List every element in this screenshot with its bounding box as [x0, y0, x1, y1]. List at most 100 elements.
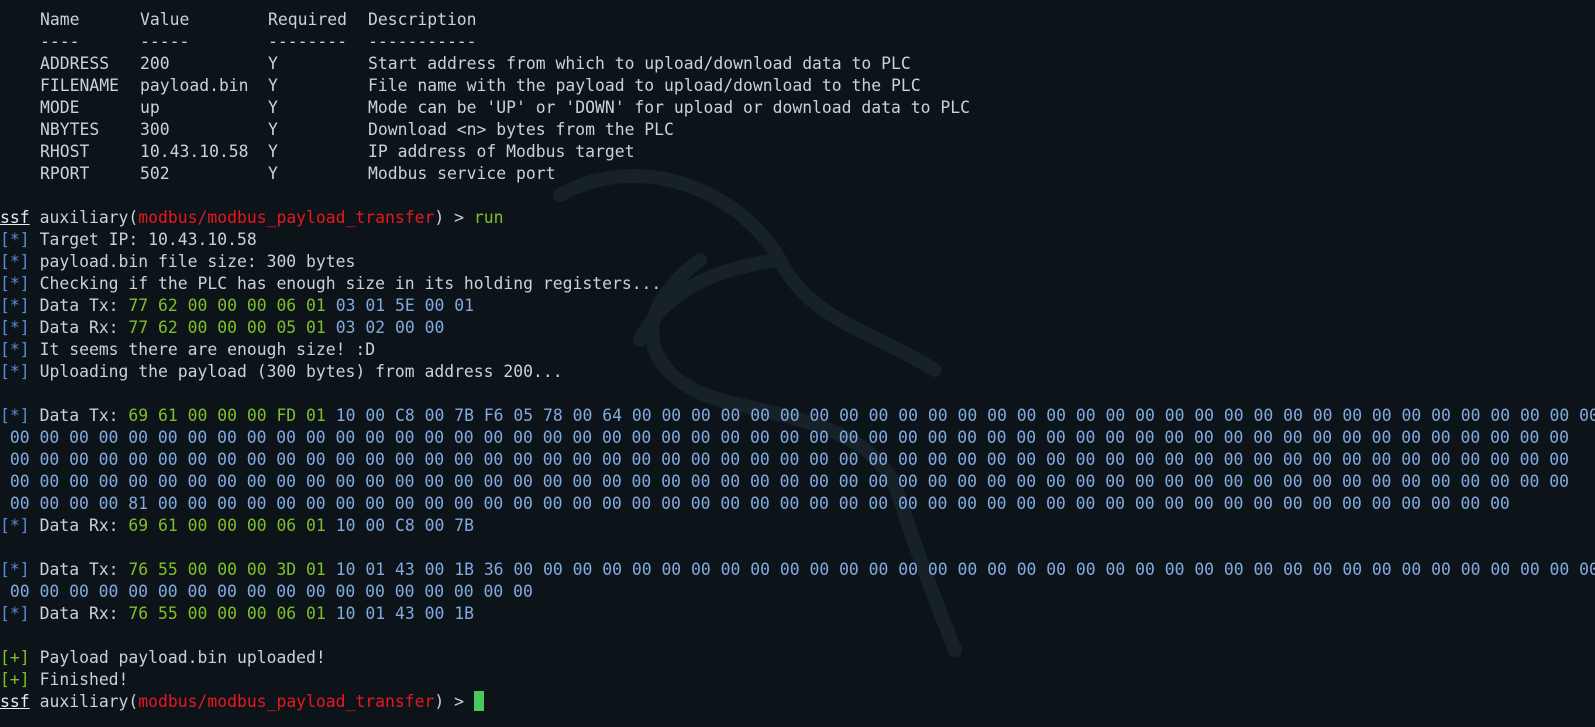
prompt-symbol: > — [444, 208, 474, 227]
hex-continuation: 00 00 00 00 00 00 00 00 00 00 00 00 00 0… — [0, 428, 1570, 447]
info-line: [*] payload.bin file size: 300 bytes — [0, 251, 1595, 273]
data-line: [*] Data Tx: 77 62 00 00 00 06 01 03 01 5E… — [0, 295, 1595, 317]
option-description: Modbus service port — [368, 164, 556, 183]
option-description: Download <n> bytes from the PLC — [368, 120, 674, 139]
option-value: up — [140, 98, 160, 117]
prompt-context: auxiliary — [39, 208, 129, 227]
info-marker: [*] — [0, 318, 30, 337]
underline-name: ---- — [40, 32, 80, 51]
option-name: FILENAME — [40, 76, 119, 95]
success-marker: [+] — [0, 648, 30, 667]
info-marker: [*] — [0, 274, 30, 293]
options-header-row: Name Value Required Description — [0, 9, 1595, 31]
data-line: [*] Data Tx: 69 61 00 00 00 FD 01 10 00 C8… — [0, 405, 1595, 427]
header-name: Name — [40, 10, 80, 29]
data-label: Data Rx: — [39, 604, 129, 623]
options-row: RPORT 502 Y Modbus service port — [0, 163, 1595, 185]
option-description: Mode can be 'UP' or 'DOWN' for upload or… — [368, 98, 970, 117]
hex-continuation: 00 00 00 00 00 00 00 00 00 00 00 00 00 0… — [0, 472, 1570, 491]
info-marker: [*] — [0, 230, 30, 249]
data-line: [*] Data Tx: 76 55 00 00 00 3D 01 10 01 43… — [0, 559, 1595, 581]
prompt-module: modbus/modbus_payload_transfer — [138, 692, 435, 711]
message-text: Finished! — [39, 670, 129, 689]
pdu-bytes: 10 01 43 00 1B 36 00 00 00 00 00 00 00 0… — [335, 560, 1595, 579]
data-line: [*] Data Rx: 69 61 00 00 00 06 01 10 00 C8… — [0, 515, 1595, 537]
option-required: Y — [268, 54, 278, 73]
terminal-output: Name Value Required Description ---- ----- --… — [0, 9, 1595, 713]
option-value: 502 — [140, 164, 170, 183]
prompt-context: auxiliary — [39, 692, 129, 711]
data-label: Data Tx: — [39, 296, 129, 315]
prompt-command: run — [473, 208, 504, 227]
message-text: Target IP: 10.43.10.58 — [39, 230, 257, 249]
option-value: 300 — [140, 120, 170, 139]
pdu-bytes: 03 01 5E 00 01 — [335, 296, 474, 315]
prompt-module: modbus/modbus_payload_transfer — [138, 208, 435, 227]
mbap-header-bytes: 76 55 00 00 00 06 01 — [128, 604, 326, 623]
options-table-rows: ADDRESS 200 Y Start address from which to u… — [0, 53, 1595, 185]
option-required: Y — [268, 76, 278, 95]
message-text: Uploading the payload (300 bytes) from a… — [39, 362, 563, 381]
options-row: RHOST 10.43.10.58 Y IP address of Modbus ta… — [0, 141, 1595, 163]
text-cursor[interactable] — [473, 691, 484, 711]
header-value: Value — [140, 10, 190, 29]
hex-continuation: 00 00 00 00 00 00 00 00 00 00 00 00 00 0… — [0, 582, 533, 601]
option-name: NBYTES — [40, 120, 100, 139]
success-line: [+] Finished! — [0, 669, 1595, 691]
option-value: payload.bin — [140, 76, 249, 95]
underline-value: ----- — [140, 32, 190, 51]
command-output: [*] Target IP: 10.43.10.58 [*] payload.bin … — [0, 229, 1595, 691]
option-name: ADDRESS — [40, 54, 110, 73]
option-description: IP address of Modbus target — [368, 142, 635, 161]
pdu-bytes: 10 00 C8 00 7B — [335, 516, 474, 535]
option-description: Start address from which to upload/downl… — [368, 54, 911, 73]
data-line: [*] Data Rx: 77 62 00 00 00 05 01 03 02 00… — [0, 317, 1595, 339]
mbap-header-bytes: 76 55 00 00 00 3D 01 — [128, 560, 326, 579]
option-name: MODE — [40, 98, 80, 117]
info-marker: [*] — [0, 516, 30, 535]
option-name: RPORT — [40, 164, 90, 183]
info-line: [*] Uploading the payload (300 bytes) fro… — [0, 361, 1595, 383]
header-description: Description — [368, 10, 477, 29]
info-marker: [*] — [0, 296, 30, 315]
data-label: Data Rx: — [39, 318, 129, 337]
prompt-app: ssf — [0, 692, 30, 711]
data-label: Data Tx: — [39, 406, 129, 425]
pdu-bytes: 10 00 C8 00 7B F6 05 78 00 64 00 00 00 0… — [335, 406, 1595, 425]
pdu-bytes: 10 01 43 00 1B — [335, 604, 474, 623]
mbap-header-bytes: 69 61 00 00 00 06 01 — [128, 516, 326, 535]
info-marker: [*] — [0, 362, 30, 381]
options-row: FILENAME payload.bin Y File name with the p… — [0, 75, 1595, 97]
message-text: payload.bin file size: 300 bytes — [39, 252, 356, 271]
info-marker: [*] — [0, 604, 30, 623]
option-value: 10.43.10.58 — [140, 142, 249, 161]
active-prompt[interactable]: ssf auxiliary(modbus/modbus_payload_trans… — [0, 691, 1595, 713]
option-required: Y — [268, 120, 278, 139]
info-marker: [*] — [0, 340, 30, 359]
option-value: 200 — [140, 54, 170, 73]
option-required: Y — [268, 98, 278, 117]
info-line: [*] Target IP: 10.43.10.58 — [0, 229, 1595, 251]
hex-continuation: 00 00 00 00 00 00 00 00 00 00 00 00 00 0… — [0, 450, 1570, 469]
data-label: Data Tx: — [39, 560, 129, 579]
option-description: File name with the payload to upload/dow… — [368, 76, 921, 95]
success-line: [+] Payload payload.bin uploaded! — [0, 647, 1595, 669]
data-line: [*] Data Rx: 76 55 00 00 00 06 01 10 01 43… — [0, 603, 1595, 625]
mbap-header-bytes: 69 61 00 00 00 FD 01 — [128, 406, 326, 425]
header-required: Required — [268, 10, 347, 29]
underline-required: -------- — [268, 32, 347, 51]
underline-description: ----------- — [368, 32, 477, 51]
success-marker: [+] — [0, 670, 30, 689]
options-row: ADDRESS 200 Y Start address from which to u… — [0, 53, 1595, 75]
data-label: Data Rx: — [39, 516, 129, 535]
options-row: MODE up Y Mode can be 'UP' or 'DOWN' for up… — [0, 97, 1595, 119]
hex-continuation: 00 00 00 00 81 00 00 00 00 00 00 00 00 0… — [0, 494, 1510, 513]
mbap-header-bytes: 77 62 00 00 00 06 01 — [128, 296, 326, 315]
info-line: [*] Checking if the PLC has enough size i… — [0, 273, 1595, 295]
option-required: Y — [268, 142, 278, 161]
message-text: Payload payload.bin uploaded! — [39, 648, 326, 667]
